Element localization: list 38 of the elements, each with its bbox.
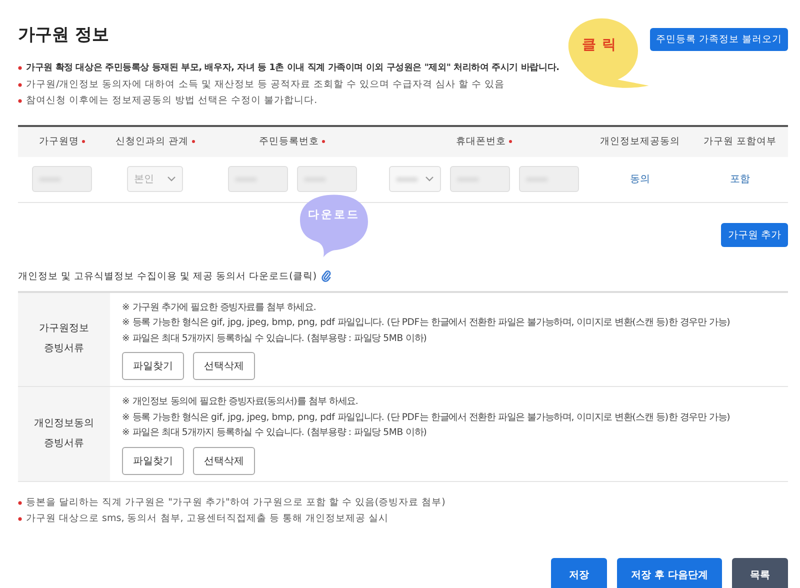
column-header: 가구원명 (39, 135, 79, 148)
callout-text: 클릭 (582, 36, 622, 54)
input-field[interactable] (519, 166, 579, 192)
column-header: 개인정보제공동의 (600, 135, 680, 148)
find-file-button[interactable]: 파일찾기 (122, 446, 184, 474)
guide-text: ※ 등록 가능한 형식은 gif, jpg, jpeg, bmp, png, pdf 파일입니다. (단 PDF는 한글에서 전환한 파일은 불가능하며, 이미지로 변환(스캔 등)한 경우만 가능) (122, 410, 732, 424)
column-header: 휴대폰번호 (456, 135, 506, 148)
section-title: 가구원 정보 (18, 26, 109, 44)
guide-text: ※ 파일은 최대 5개까지 등록하실 수 있습니다. (첨부용량 : 파일당 5MB 이하) (122, 426, 428, 440)
delete-selected-button[interactable]: 선택삭제 (193, 446, 255, 474)
guide-text: ※ 파일은 최대 5개까지 등록하실 수 있습니다. (첨부용량 : 파일당 5MB 이하) (122, 332, 428, 346)
download-link[interactable]: 개인정보 및 고유식별정보 수집이용 및 제공 동의서 다운로드(클릭) (18, 270, 317, 282)
input-field[interactable] (296, 166, 356, 192)
save-button[interactable]: 저장 후 다음단계 (617, 558, 722, 588)
consent-link[interactable]: 동의 (630, 172, 650, 186)
row-label: 개인정보동의 증빙서류 (34, 416, 94, 451)
paperclip-icon (320, 270, 331, 282)
list-button[interactable]: 목록 (732, 558, 788, 588)
include-link[interactable]: 포함 (730, 172, 750, 186)
guide-text: ※ 등록 가능한 형식은 gif, jpg, jpeg, bmp, png, pdf 파일입니다. (단 PDF는 한글에서 전환한 파일은 불가능하며, 이미지로 변환(스캔 등)한 경우만 가능) (122, 316, 732, 330)
select-field[interactable] (389, 166, 441, 192)
row-label: 가구원정보 증빙서류 (39, 322, 89, 356)
input-field[interactable] (450, 166, 510, 192)
guide-text: ※ 개인정보 동의에 필요한 증빙자료(동의서)를 첨부 하세요. (122, 395, 360, 409)
input-field[interactable] (32, 166, 92, 192)
add-member-button[interactable]: 가구원 추가 (720, 222, 788, 246)
callout-text: 다운로드 (308, 206, 360, 222)
column-header: 주민등록번호 (259, 135, 319, 148)
column-header: 가구원 포함여부 (703, 135, 777, 148)
caret-icon (425, 176, 434, 182)
guide-text: ※ 가구원 추가에 필요한 증빙자료를 첨부 하세요. (122, 300, 318, 314)
load-family-button[interactable]: 주민등록 가족정보 불러오기 (650, 28, 788, 51)
input-field[interactable] (228, 166, 288, 192)
delete-selected-button[interactable]: 선택삭제 (193, 352, 255, 380)
find-file-button[interactable]: 파일찾기 (122, 352, 184, 380)
save-button[interactable]: 저장 (551, 558, 608, 588)
caret-icon (167, 176, 176, 182)
column-header: 신청인과의 관계 (115, 135, 189, 148)
